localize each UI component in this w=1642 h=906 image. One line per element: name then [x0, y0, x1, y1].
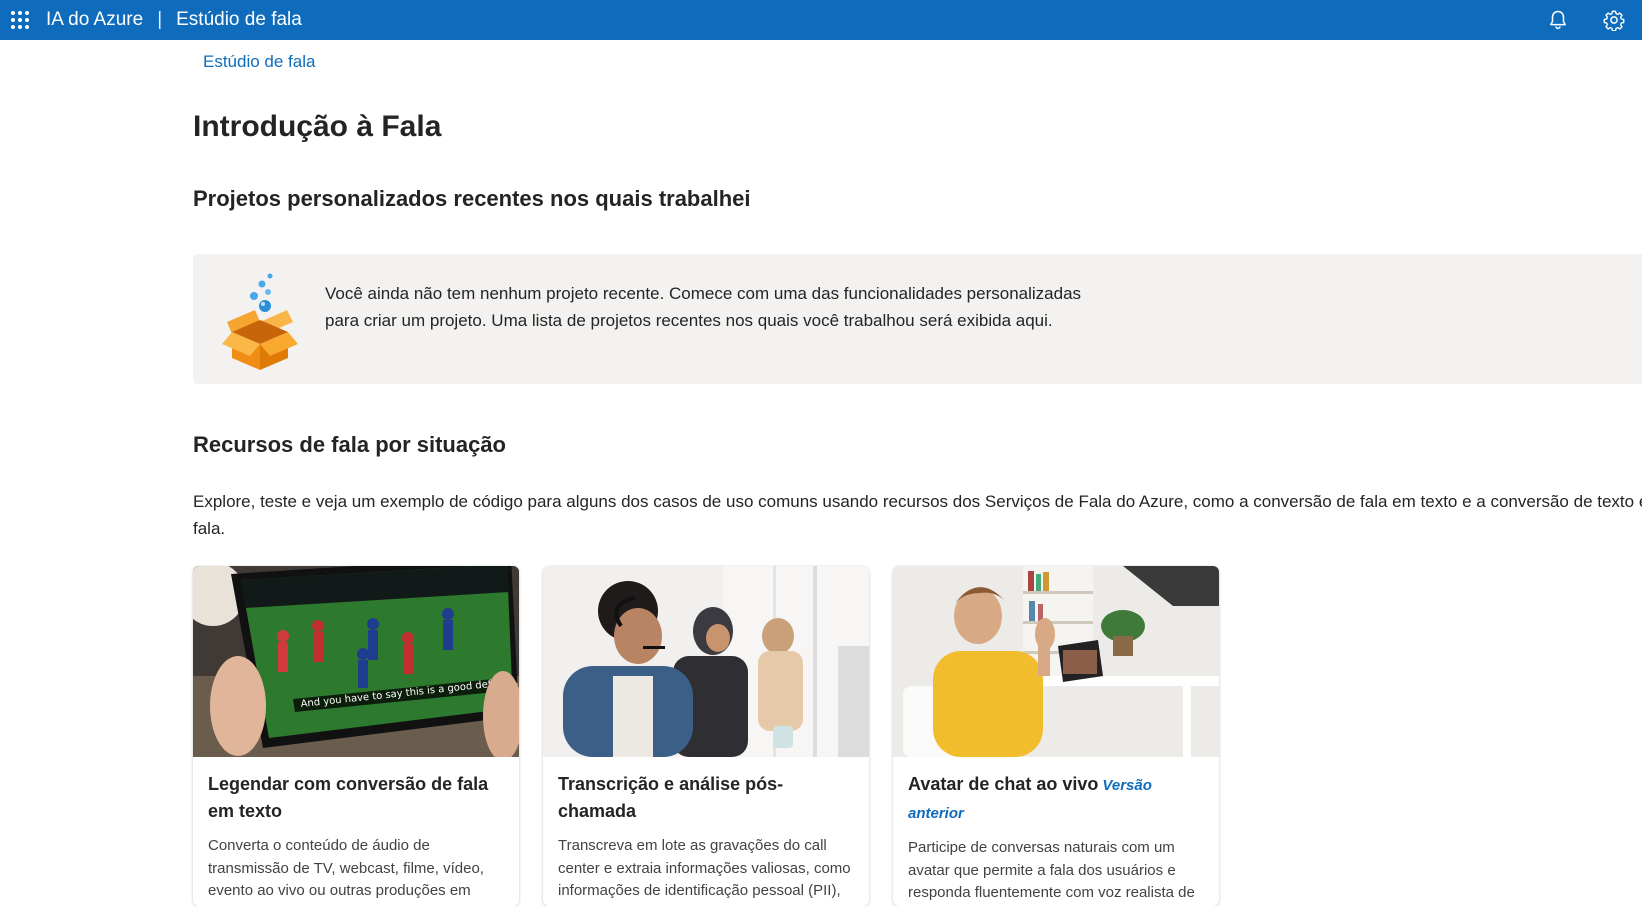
brand-name[interactable]: IA do Azure	[46, 9, 143, 31]
open-box-icon	[215, 270, 305, 370]
header-separator: |	[157, 9, 163, 30]
gear-icon[interactable]	[1586, 0, 1642, 40]
card-description: Converta o conteúdo de áudio de transmis…	[208, 837, 484, 899]
features-heading: Recursos de fala por situação	[193, 432, 506, 457]
card-description: Participe de conversas naturais com um a…	[908, 839, 1195, 901]
card-title: Legendar com conversão de fala em texto	[208, 771, 505, 825]
card-image-soccer-tablet: And you have to say this is a good defen…	[193, 566, 519, 757]
card-title: Avatar de chat ao vivo Versão anterior	[908, 771, 1205, 827]
feature-cards: And you have to say this is a good defen…	[193, 566, 1219, 906]
card-image-call-center	[543, 566, 869, 757]
card-title-text: Legendar com conversão de fala em texto	[208, 774, 489, 821]
top-bar: IA do Azure | Estúdio de fala	[0, 0, 1642, 40]
recent-projects-empty-panel: Você ainda não tem nenhum projeto recent…	[193, 254, 1642, 384]
page-title: Introdução à Fala	[193, 110, 442, 143]
card-captioning[interactable]: And you have to say this is a good defen…	[193, 566, 519, 906]
breadcrumb-home-link[interactable]: Estúdio de fala	[203, 52, 315, 72]
notification-bell-icon[interactable]	[1530, 0, 1586, 40]
features-description-line1: Explore, teste e veja um exemplo de códi…	[193, 492, 1642, 511]
empty-state-message: Você ainda não tem nenhum projeto recent…	[325, 284, 1082, 330]
card-image-avatar-chat	[893, 566, 1219, 757]
card-title-text: Transcrição e análise pós-chamada	[558, 774, 784, 821]
card-title-text: Avatar de chat ao vivo	[908, 774, 1099, 794]
recent-projects-heading: Projetos personalizados recentes nos qua…	[193, 186, 751, 211]
features-description-line2: fala.	[193, 519, 226, 538]
app-launcher-icon[interactable]	[0, 0, 40, 40]
card-description: Transcreva em lote as gravações do call …	[558, 837, 851, 906]
app-name[interactable]: Estúdio de fala	[176, 9, 302, 31]
card-post-call-analytics[interactable]: Transcrição e análise pós-chamada Transc…	[543, 566, 869, 906]
card-live-chat-avatar[interactable]: Avatar de chat ao vivo Versão anterior Pa…	[893, 566, 1219, 906]
card-title: Transcrição e análise pós-chamada	[558, 771, 855, 825]
